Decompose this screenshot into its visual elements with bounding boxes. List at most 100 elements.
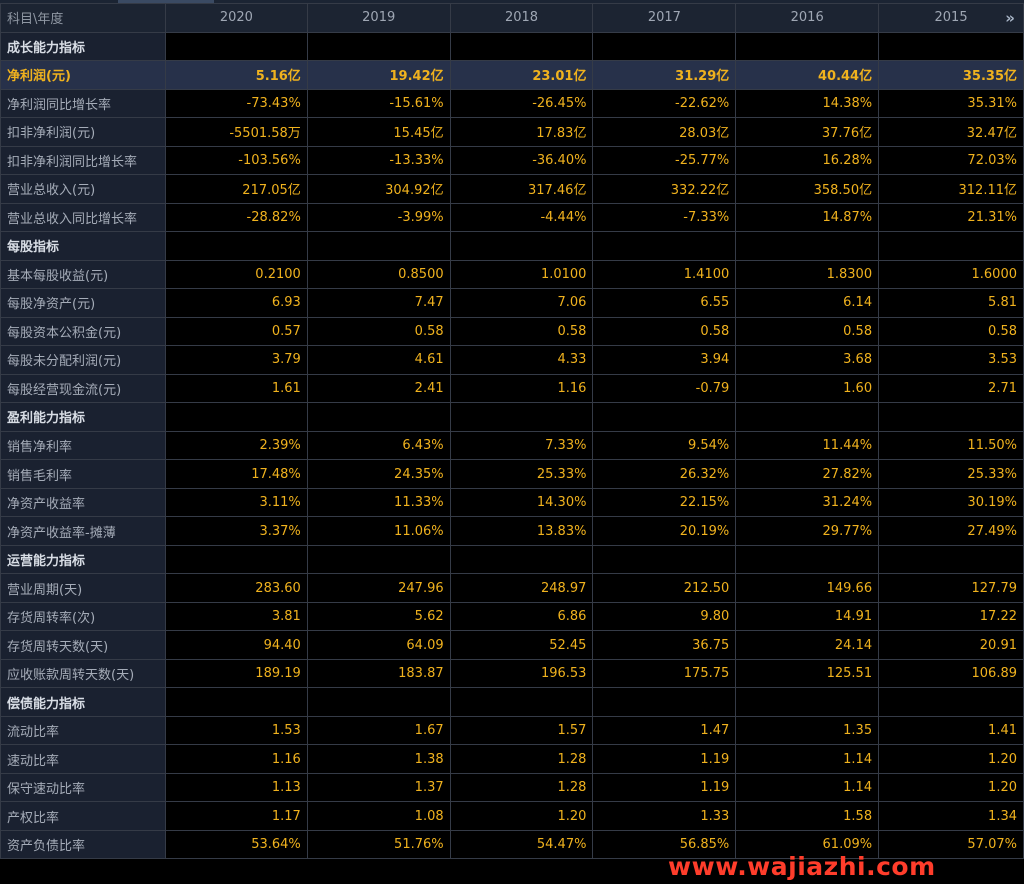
- value-cell: 17.83亿: [449, 117, 594, 147]
- empty-cell: [164, 231, 308, 261]
- value-cell: 21.31%: [878, 202, 1024, 233]
- value-cell: 17.22: [878, 601, 1024, 632]
- table-row[interactable]: 每股经营现金流(元) 1.61 2.41 1.16 -0.79 1.60 2.71: [0, 373, 1024, 404]
- value-cell: -22.62%: [592, 88, 737, 119]
- value-cell: 1.20: [878, 772, 1024, 803]
- empty-cell: [735, 402, 880, 432]
- empty-cell: [735, 687, 880, 717]
- table-row[interactable]: 基本每股收益(元) 0.2100 0.8500 1.0100 1.4100 1.8300 1…: [0, 259, 1024, 290]
- row-label: 净利润同比增长率: [0, 88, 166, 119]
- row-label: 每股经营现金流(元): [0, 373, 166, 404]
- section-title: 盈利能力指标: [0, 402, 166, 432]
- value-cell: -15.61%: [306, 88, 451, 119]
- section-title: 成长能力指标: [0, 31, 166, 62]
- value-cell: 9.80: [592, 601, 737, 632]
- value-cell: -0.79: [592, 373, 737, 404]
- table-row[interactable]: 净资产收益率 3.11% 11.33% 14.30% 22.15% 31.24% 30.19…: [0, 487, 1024, 518]
- value-cell: 1.37: [306, 772, 451, 803]
- empty-cell: [164, 402, 308, 432]
- value-cell: 1.19: [592, 744, 737, 774]
- table-row[interactable]: 产权比率 1.17 1.08 1.20 1.33 1.58 1.34: [0, 801, 1024, 831]
- table-row[interactable]: 存货周转率(次) 3.81 5.62 6.86 9.80 14.91 17.22: [0, 601, 1024, 632]
- value-cell: 1.14: [735, 772, 880, 803]
- value-cell: 2.41: [306, 373, 451, 404]
- value-cell: 1.61: [164, 373, 308, 404]
- section-title: 运营能力指标: [0, 544, 166, 575]
- table-row[interactable]: 每股净资产(元) 6.93 7.47 7.06 6.55 6.14 5.81: [0, 288, 1024, 318]
- year-header-last[interactable]: 2015 »: [878, 3, 1024, 33]
- value-cell: 1.67: [306, 715, 451, 746]
- value-cell: 1.47: [592, 715, 737, 746]
- value-cell: 189.19: [164, 658, 308, 689]
- value-cell: 6.43%: [306, 430, 451, 461]
- year-header[interactable]: 2020: [164, 3, 308, 33]
- row-label: 流动比率: [0, 715, 166, 746]
- value-cell: 175.75: [592, 658, 737, 689]
- value-cell: 3.37%: [164, 516, 308, 546]
- value-cell: 183.87: [306, 658, 451, 689]
- empty-cell: [592, 544, 737, 575]
- value-cell: 94.40: [164, 630, 308, 660]
- value-cell: 247.96: [306, 573, 451, 603]
- year-header[interactable]: 2017: [592, 3, 737, 33]
- value-cell: 1.28: [449, 744, 594, 774]
- row-label: 营业周期(天): [0, 573, 166, 603]
- table-row[interactable]: 净资产收益率-摊薄 3.37% 11.06% 13.83% 20.19% 29.77% 27…: [0, 516, 1024, 546]
- header-label: 科目\年度: [0, 3, 166, 33]
- table-row[interactable]: 流动比率 1.53 1.67 1.57 1.47 1.35 1.41: [0, 715, 1024, 746]
- value-cell: 1.6000: [878, 259, 1024, 290]
- empty-cell: [878, 544, 1024, 575]
- year-header[interactable]: 2018: [449, 3, 594, 33]
- value-cell: 3.79: [164, 345, 308, 375]
- value-cell: 11.44%: [735, 430, 880, 461]
- value-cell: 248.97: [449, 573, 594, 603]
- section-header-row: 每股指标: [0, 231, 1024, 261]
- year-header[interactable]: 2016: [735, 3, 880, 33]
- table-row[interactable]: 存货周转天数(天) 94.40 64.09 52.45 36.75 24.14 20.91: [0, 630, 1024, 660]
- value-cell: 11.50%: [878, 430, 1024, 461]
- next-page-icon[interactable]: »: [1005, 9, 1015, 27]
- table-row[interactable]: 每股未分配利润(元) 3.79 4.61 4.33 3.94 3.68 3.53: [0, 345, 1024, 375]
- table-row[interactable]: 应收账款周转天数(天) 189.19 183.87 196.53 175.75 125.5…: [0, 658, 1024, 689]
- table-row[interactable]: 销售毛利率 17.48% 24.35% 25.33% 26.32% 27.82% 25.33…: [0, 459, 1024, 489]
- table-row[interactable]: 扣非净利润(元) -5501.58万 15.45亿 17.83亿 28.03亿 37.76…: [0, 117, 1024, 147]
- table-row[interactable]: 净利润(元) 5.16亿 19.42亿 23.01亿 31.29亿 40.44亿 35.35…: [0, 60, 1024, 90]
- value-cell: 3.81: [164, 601, 308, 632]
- value-cell: -4.44%: [449, 202, 594, 233]
- table-row[interactable]: 营业总收入(元) 217.05亿 304.92亿 317.46亿 332.22亿 358.…: [0, 174, 1024, 204]
- value-cell: 40.44亿: [735, 60, 880, 90]
- empty-cell: [306, 687, 451, 717]
- watermark: www.wajiazhi.com: [668, 852, 936, 881]
- value-cell: 19.42亿: [306, 60, 451, 90]
- value-cell: 35.31%: [878, 88, 1024, 119]
- table-row[interactable]: 保守速动比率 1.13 1.37 1.28 1.19 1.14 1.20: [0, 772, 1024, 803]
- row-label: 资产负债比率: [0, 829, 166, 860]
- table-row[interactable]: 每股资本公积金(元) 0.57 0.58 0.58 0.58 0.58 0.58: [0, 316, 1024, 347]
- value-cell: 14.38%: [735, 88, 880, 119]
- value-cell: 23.01亿: [449, 60, 594, 90]
- value-cell: 13.83%: [449, 516, 594, 546]
- row-label: 存货周转率(次): [0, 601, 166, 632]
- value-cell: 1.58: [735, 801, 880, 831]
- table-row[interactable]: 速动比率 1.16 1.38 1.28 1.19 1.14 1.20: [0, 744, 1024, 774]
- value-cell: 5.16亿: [164, 60, 308, 90]
- value-cell: 29.77%: [735, 516, 880, 546]
- row-label: 每股资本公积金(元): [0, 316, 166, 347]
- empty-cell: [592, 687, 737, 717]
- row-label: 扣非净利润(元): [0, 117, 166, 147]
- empty-cell: [735, 31, 880, 62]
- empty-cell: [735, 231, 880, 261]
- value-cell: 31.29亿: [592, 60, 737, 90]
- row-label: 每股净资产(元): [0, 288, 166, 318]
- value-cell: 1.38: [306, 744, 451, 774]
- table-row[interactable]: 扣非净利润同比增长率 -103.56% -13.33% -36.40% -25.77% 1…: [0, 145, 1024, 176]
- value-cell: 5.81: [878, 288, 1024, 318]
- value-cell: 1.34: [878, 801, 1024, 831]
- table-row[interactable]: 营业周期(天) 283.60 247.96 248.97 212.50 149.66 127…: [0, 573, 1024, 603]
- table-row[interactable]: 营业总收入同比增长率 -28.82% -3.99% -4.44% -7.33% 14.87…: [0, 202, 1024, 233]
- table-row[interactable]: 销售净利率 2.39% 6.43% 7.33% 9.54% 11.44% 11.50%: [0, 430, 1024, 461]
- value-cell: -7.33%: [592, 202, 737, 233]
- year-header[interactable]: 2019: [306, 3, 451, 33]
- empty-cell: [449, 31, 594, 62]
- table-row[interactable]: 净利润同比增长率 -73.43% -15.61% -26.45% -22.62% 14.3…: [0, 88, 1024, 119]
